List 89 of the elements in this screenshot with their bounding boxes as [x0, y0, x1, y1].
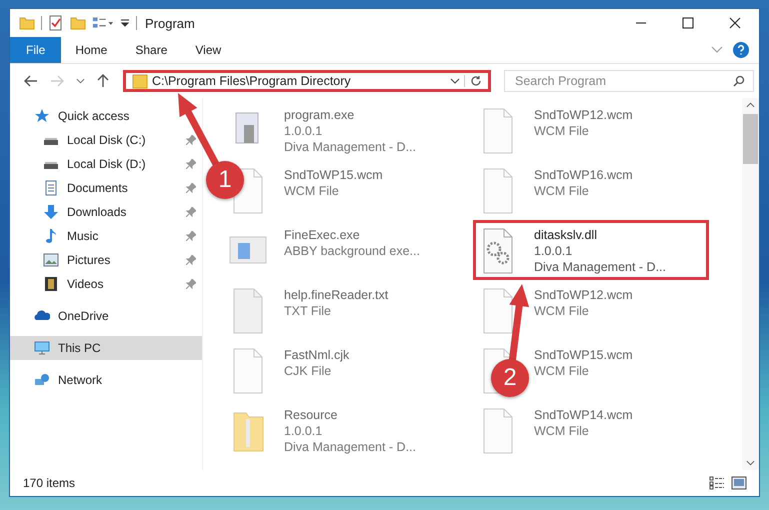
- sidebar-item[interactable]: OneDrive: [10, 304, 202, 328]
- file-name[interactable]: help.fineReader.txt: [284, 287, 390, 303]
- customize-caret-icon[interactable]: [120, 18, 130, 28]
- item-count: 170 items: [23, 476, 76, 490]
- pin-icon[interactable]: [186, 255, 196, 265]
- file-detail: WCM File: [284, 183, 340, 199]
- sidebar-label: Videos: [67, 277, 104, 291]
- address-field[interactable]: C:\Program Files\Program Directory: [123, 70, 491, 92]
- sidebar-item[interactable]: Local Disk (C:): [10, 128, 202, 152]
- file-detail: 1.0.0.1: [534, 243, 574, 259]
- maximize-icon[interactable]: [682, 17, 694, 29]
- ribbon-tab[interactable]: File: [10, 37, 62, 63]
- pin-icon[interactable]: [186, 135, 196, 145]
- sidebar-label: Local Disk (C:): [67, 133, 146, 147]
- documents-icon: [43, 180, 59, 196]
- scroll-down-icon[interactable]: [746, 460, 755, 466]
- sidebar-item[interactable]: Downloads: [10, 200, 202, 224]
- sidebar-label: Pictures: [67, 253, 110, 267]
- back-arrow-icon[interactable]: [24, 75, 38, 87]
- details-view-icon[interactable]: [709, 476, 725, 490]
- file-name[interactable]: SndToWP12.wcm: [534, 107, 635, 123]
- pc-icon: [34, 340, 50, 356]
- file-name[interactable]: SndToWP15.wcm: [284, 167, 385, 183]
- folder-icon: [132, 73, 148, 89]
- star-icon: [34, 108, 50, 124]
- chevron-down-icon[interactable]: [711, 46, 723, 54]
- scroll-up-icon[interactable]: [746, 102, 755, 108]
- network-icon: [34, 372, 50, 388]
- music-icon: [43, 228, 59, 244]
- close-icon[interactable]: [729, 17, 741, 29]
- sidebar-item[interactable]: Local Disk (D:): [10, 152, 202, 176]
- folder-icon: [19, 15, 35, 31]
- search-icon: [733, 75, 745, 87]
- sidebar-label: Music: [67, 229, 98, 243]
- file-name[interactable]: Resource: [284, 407, 418, 423]
- sidebar-item[interactable]: Documents: [10, 176, 202, 200]
- large-icons-view-icon[interactable]: [731, 476, 747, 490]
- dropdown-caret-icon[interactable]: [450, 78, 460, 84]
- search-field[interactable]: Search Program: [504, 70, 754, 92]
- sidebar-item[interactable]: This PC: [10, 336, 202, 360]
- file-detail: WCM File: [534, 423, 590, 439]
- sidebar-label: Local Disk (D:): [67, 157, 146, 171]
- sidebar-label: OneDrive: [58, 309, 109, 323]
- sidebar-label: Quick access: [58, 109, 130, 123]
- file-detail: WCM File: [534, 123, 590, 139]
- sidebar-item[interactable]: Music: [10, 224, 202, 248]
- file-name[interactable]: ditaskslv.dll: [534, 227, 668, 243]
- file-detail: WCM File: [534, 183, 590, 199]
- file-detail: Diva Management - D...: [284, 439, 417, 455]
- sidebar-label: This PC: [58, 341, 101, 355]
- file-detail: WCM File: [534, 363, 590, 379]
- file-name[interactable]: FineExec.exe: [284, 227, 422, 243]
- sidebar-item[interactable]: Network: [10, 368, 202, 392]
- file-detail: WCM File: [534, 303, 590, 319]
- file-name[interactable]: SndToWP15.wcm: [534, 347, 635, 363]
- sidebar-item[interactable]: Pictures: [10, 248, 202, 272]
- file-name[interactable]: FastNml.cjk: [284, 347, 352, 363]
- file-name[interactable]: SndToWP14.wcm: [534, 407, 635, 423]
- file-detail: 1.0.0.1: [284, 423, 324, 439]
- file-detail: TXT File: [284, 303, 332, 319]
- file-detail: 1.0.0.1: [284, 123, 324, 139]
- sidebar-label: Downloads: [67, 205, 126, 219]
- sidebar-label: Network: [58, 373, 102, 387]
- recent-caret-icon[interactable]: [76, 78, 85, 84]
- file-detail: ABBY background exe...: [284, 243, 421, 259]
- pin-icon[interactable]: [186, 183, 196, 193]
- pin-icon[interactable]: [186, 279, 196, 289]
- window-title: Program: [145, 16, 195, 30]
- up-arrow-icon[interactable]: [97, 74, 109, 88]
- help-icon[interactable]: [733, 42, 749, 58]
- sidebar-label: Documents: [67, 181, 128, 195]
- pin-icon[interactable]: [186, 159, 196, 169]
- pictures-icon: [43, 252, 59, 268]
- file-name[interactable]: SndToWP12.wcm: [534, 287, 635, 303]
- address-path: C:\Program Files\Program Directory: [152, 74, 352, 88]
- file-name[interactable]: SndToWP16.wcm: [534, 167, 635, 183]
- refresh-icon[interactable]: [464, 75, 482, 87]
- sidebar-item[interactable]: Videos: [10, 272, 202, 296]
- pin-icon[interactable]: [186, 231, 196, 241]
- file-detail: Diva Management - D...: [284, 139, 417, 155]
- pin-icon[interactable]: [186, 207, 196, 217]
- properties-icon[interactable]: [48, 15, 64, 31]
- downloads-icon: [43, 204, 59, 220]
- file-detail: CJK File: [284, 363, 332, 379]
- videos-icon: [43, 276, 59, 292]
- scrollbar-thumb[interactable]: [743, 114, 758, 164]
- file-name[interactable]: program.exe: [284, 107, 418, 123]
- sidebar-item[interactable]: Quick access: [10, 104, 202, 128]
- file-detail: Diva Management - D...: [534, 259, 667, 275]
